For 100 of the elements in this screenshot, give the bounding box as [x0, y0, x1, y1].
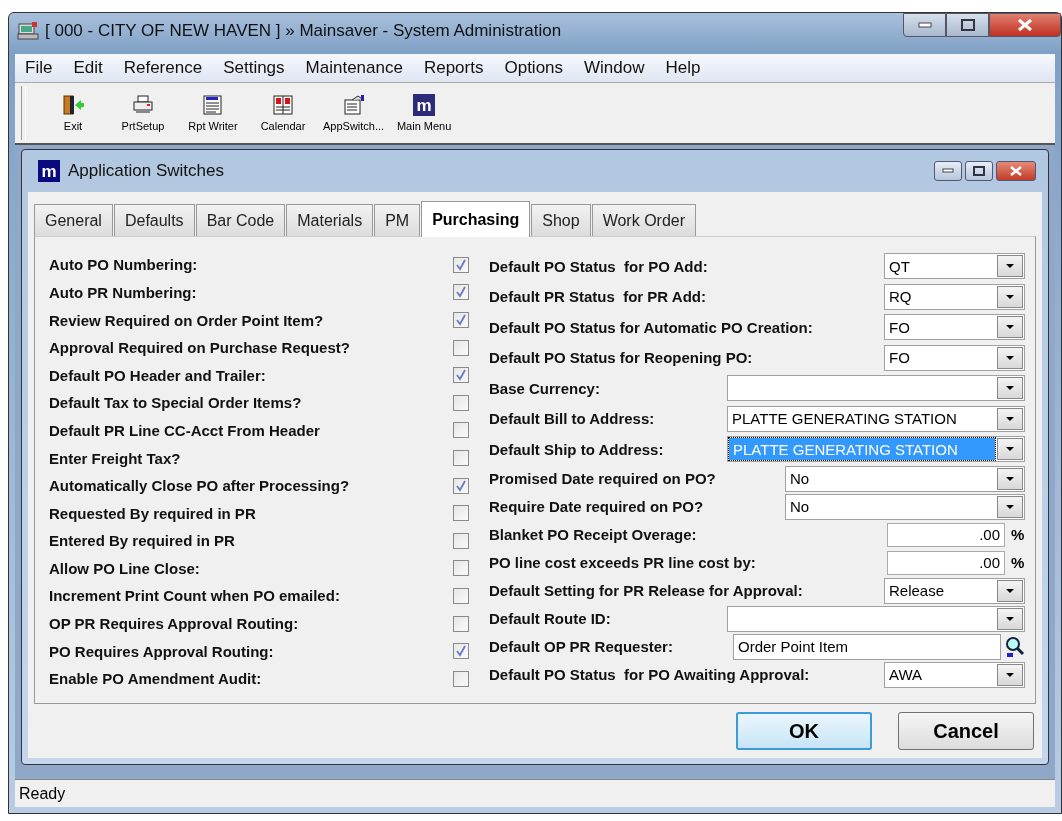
setting-label: Increment Print Count when PO emailed: [49, 587, 340, 605]
close-button[interactable] [989, 13, 1061, 37]
dropdown-field[interactable]: AWA [884, 661, 1025, 688]
dropdown-field[interactable]: RQ [884, 283, 1025, 310]
dropdown-field[interactable]: PLATTE GENERATING STATION [727, 405, 1025, 432]
menu-item[interactable]: Settings [213, 58, 296, 78]
checkbox[interactable] [453, 422, 469, 439]
logo-icon: m [413, 94, 436, 117]
requester-field[interactable]: Order Point Item [733, 633, 1001, 660]
setting-label: Requested By required in PR [49, 504, 256, 522]
setting-label: Auto PO Numbering: [49, 256, 198, 274]
menu-item[interactable]: Window [574, 58, 656, 78]
setting-label: PO Requires Approval Routing: [49, 642, 274, 660]
tab[interactable]: Purchasing [421, 201, 531, 238]
setting-label: Require Date required on PO? [489, 498, 704, 516]
unit-label: % [1011, 526, 1025, 544]
setting-label: Default PR Status for PR Add: [489, 288, 706, 306]
setting-label: Default PO Status for PO Awaiting Approval: [489, 666, 810, 684]
tab[interactable]: Bar Code [195, 204, 286, 237]
dropdown-field[interactable] [727, 605, 1025, 632]
setting-label: Enable PO Amendment Audit: [49, 670, 262, 688]
maximize-icon [960, 19, 975, 31]
checkbox[interactable] [453, 532, 469, 549]
checkbox[interactable] [453, 643, 469, 660]
menu-item[interactable]: Options [494, 58, 575, 78]
tab[interactable]: Defaults [113, 204, 195, 237]
status-text: Ready [19, 784, 66, 803]
setting-label: OP PR Requires Approval Routing: [49, 615, 299, 633]
checkbox[interactable] [453, 367, 469, 384]
setting-label: Default OP PR Requester: [489, 638, 673, 656]
dropdown-field[interactable] [727, 375, 1025, 402]
checkbox[interactable] [453, 284, 469, 301]
checkbox[interactable] [453, 670, 469, 687]
dropdown-field[interactable]: No [785, 465, 1025, 492]
toolbar-button[interactable]: Exit [38, 94, 108, 133]
setting-label: Default PO Status for Automatic PO Creation: [489, 318, 813, 336]
setting-label: Base Currency: [489, 379, 600, 397]
setting-label: Review Required on Order Point Item? [49, 311, 324, 329]
toolbar-button[interactable]: Rpt Writer [178, 94, 248, 133]
setting-label: Default Ship to Address: [489, 440, 664, 458]
menu-item[interactable]: Reports [413, 58, 495, 78]
percent-field[interactable]: .00 [887, 522, 1005, 547]
toolbar-button[interactable]: PrtSetup [108, 94, 178, 133]
setting-label: Allow PO Line Close: [49, 559, 200, 577]
dropdown-field[interactable]: QT [884, 253, 1025, 280]
dialog-button[interactable]: OK [736, 712, 872, 751]
checkbox[interactable] [453, 560, 469, 577]
tab[interactable]: PM [374, 204, 421, 237]
logo-icon: m [38, 160, 60, 183]
dropdown-field[interactable]: No [785, 493, 1025, 520]
maximize-button[interactable] [946, 13, 989, 37]
tab[interactable]: Shop [531, 204, 591, 237]
document-icon [201, 94, 225, 117]
toolbar-button[interactable]: AppSwitch... [318, 94, 390, 133]
checkbox[interactable] [453, 450, 469, 466]
checkbox[interactable] [453, 312, 469, 329]
setting-label: Auto PR Numbering: [49, 283, 197, 301]
setting-label: Default PO Header and Trailer: [49, 366, 266, 384]
minimize-button[interactable] [934, 161, 962, 182]
checkbox[interactable] [453, 588, 469, 604]
calendar-icon [271, 94, 295, 117]
setting-label: Default Tax to Special Order Items? [49, 394, 302, 412]
tab[interactable]: General [34, 204, 113, 237]
checkbox[interactable] [453, 615, 469, 632]
minimize-button[interactable] [903, 13, 946, 37]
setting-label: Default PR Line CC-Acct From Header [49, 421, 320, 439]
menu-item[interactable]: Edit [63, 58, 114, 78]
tab[interactable]: Work Order [591, 204, 697, 237]
toolbar-button[interactable]: m Main Menu [389, 94, 460, 133]
maximize-button[interactable] [965, 161, 993, 182]
menu-item[interactable]: Help [655, 58, 712, 78]
setting-label: Default Route ID: [489, 610, 611, 628]
search-icon[interactable] [1005, 635, 1025, 658]
checkbox[interactable] [453, 505, 469, 522]
dropdown-field[interactable]: Release [884, 577, 1025, 604]
setting-label: Approval Required on Purchase Request? [49, 339, 350, 357]
setting-label: Default PO Status for PO Add: [489, 257, 708, 275]
setting-label: Promised Date required on PO? [489, 470, 716, 488]
menu-item[interactable]: Maintenance [295, 58, 414, 78]
dropdown-field[interactable]: FO [884, 314, 1025, 341]
dropdown-field[interactable]: FO [884, 344, 1025, 371]
door-icon [61, 94, 85, 117]
setting-label: Entered By required in PR [49, 532, 235, 550]
checkbox[interactable] [453, 394, 469, 411]
setting-label: PO line cost exceeds PR line cost by: [489, 554, 756, 572]
menu-item[interactable]: Reference [113, 58, 214, 78]
checkbox[interactable] [453, 339, 469, 356]
checkbox[interactable] [453, 477, 469, 494]
unit-label: % [1011, 554, 1025, 572]
toolbar-button[interactable]: Calendar [248, 94, 318, 133]
minimize-icon [942, 168, 954, 175]
menu-item[interactable]: File [15, 58, 64, 78]
close-button[interactable] [996, 161, 1036, 182]
dialog-title: Application Switches [68, 161, 224, 182]
setting-label: Automatically Close PO after Processing? [49, 477, 350, 495]
dialog-button[interactable]: Cancel [898, 712, 1034, 751]
setting-label: Blanket PO Receipt Overage: [489, 526, 697, 544]
tab[interactable]: Materials [286, 204, 374, 237]
checkbox[interactable] [453, 256, 469, 273]
percent-field[interactable]: .00 [887, 550, 1005, 575]
